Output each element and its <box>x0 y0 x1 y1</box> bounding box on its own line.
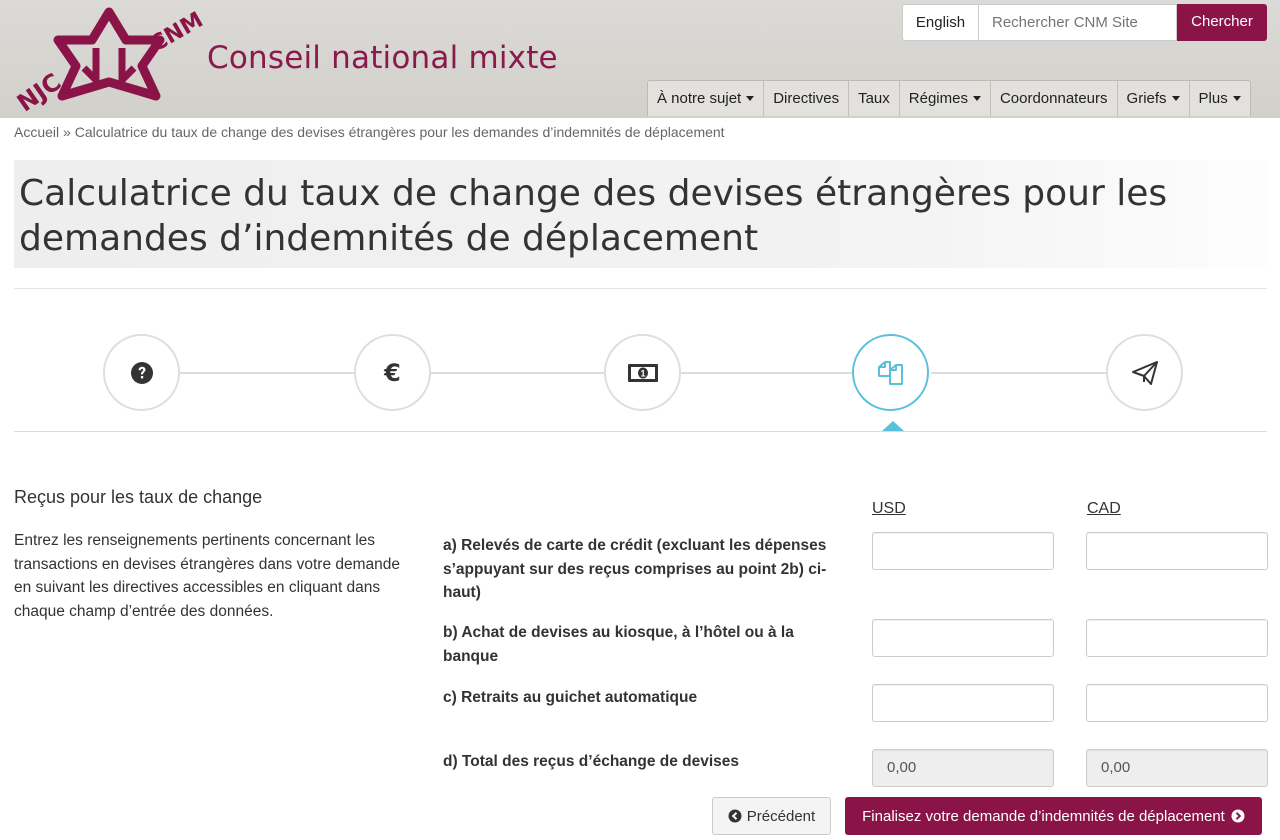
caret-down-icon <box>1232 96 1241 101</box>
column-header-cad: CAD <box>1087 500 1121 517</box>
nav-item-label: Coordonnateurs <box>999 90 1108 107</box>
main-nav: À notre sujet Directives Taux Régimes Co… <box>647 80 1251 116</box>
step-2-currency[interactable]: € <box>354 334 431 411</box>
money-bill-icon: 1 <box>627 363 658 382</box>
logo-cnm-text: CNM <box>146 8 207 58</box>
previous-button[interactable]: Précédent <box>712 797 831 835</box>
caret-down-icon <box>1171 96 1180 101</box>
caret-down-icon <box>746 96 755 101</box>
total-cad-field: 0,00 <box>1086 749 1268 787</box>
kiosk-cad-field[interactable] <box>1086 619 1268 657</box>
site-header: NJC CNM Conseil national mixte English C… <box>0 0 1280 118</box>
nav-item-label: Plus <box>1198 90 1228 107</box>
nav-item-directives[interactable]: Directives <box>763 81 848 116</box>
atm-cad-field[interactable] <box>1086 684 1268 722</box>
search-input[interactable] <box>979 4 1177 41</box>
svg-text:1: 1 <box>640 368 645 378</box>
copy-icon <box>877 360 903 385</box>
language-toggle-button[interactable]: English <box>902 4 979 41</box>
column-header-usd: USD <box>872 500 906 517</box>
previous-button-label: Précédent <box>746 807 816 825</box>
breadcrumb-separator: » <box>63 124 71 140</box>
nav-item-label: Griefs <box>1126 90 1167 107</box>
breadcrumb: Accueil » Calculatrice du taux de change… <box>14 124 725 140</box>
nav-item-label: À notre sujet <box>657 90 742 107</box>
breadcrumb-home-link[interactable]: Accueil <box>14 124 59 140</box>
row-label-kiosk-purchase: b) Achat de devises au kiosque, à l’hôte… <box>443 624 794 665</box>
paper-plane-icon <box>1131 360 1158 385</box>
nav-item-label: Directives <box>773 90 840 107</box>
row-label-credit-card: a) Relevés de carte de crédit (excluant … <box>443 537 827 601</box>
section-description: Entrez les renseignements pertinents con… <box>14 532 401 620</box>
nav-item-rates[interactable]: Taux <box>848 81 899 116</box>
atm-usd-field[interactable] <box>872 684 1054 722</box>
step-connector <box>431 372 604 374</box>
finalize-button[interactable]: Finalisez votre demande d’indemnités de … <box>845 797 1262 835</box>
arrow-right-circle-icon <box>1231 809 1245 823</box>
divider <box>14 431 1267 432</box>
page-title-banner: Calculatrice du taux de change des devis… <box>14 160 1267 268</box>
total-usd-field: 0,00 <box>872 749 1054 787</box>
step-connector <box>931 372 1106 374</box>
step-connector <box>681 372 852 374</box>
credit-card-usd-field[interactable] <box>872 532 1054 570</box>
site-logo[interactable]: NJC CNM <box>4 4 214 112</box>
row-label-atm-withdrawals: c) Retraits au guichet automatique <box>443 689 698 706</box>
search-button[interactable]: Chercher <box>1177 4 1267 41</box>
step-3-amounts[interactable]: 1 <box>604 334 681 411</box>
divider <box>14 288 1267 289</box>
finalize-button-label: Finalisez votre demande d’indemnités de … <box>862 807 1225 825</box>
credit-card-cad-field[interactable] <box>1086 532 1268 570</box>
nav-item-plans[interactable]: Régimes <box>898 81 990 116</box>
euro-icon: € <box>384 358 401 387</box>
nav-item-about[interactable]: À notre sujet <box>648 81 763 116</box>
nav-item-label: Régimes <box>908 90 968 107</box>
breadcrumb-current: Calculatrice du taux de change des devis… <box>74 124 725 140</box>
logo-njc-text: NJC <box>12 68 66 112</box>
active-step-pointer <box>882 421 904 431</box>
nav-item-grievances[interactable]: Griefs <box>1116 81 1189 116</box>
row-label-total: d) Total des reçus d’échange de devises <box>443 753 740 770</box>
step-5-submit[interactable] <box>1106 334 1183 411</box>
step-connector <box>180 372 354 374</box>
question-circle-icon <box>130 361 153 384</box>
nav-item-more[interactable]: Plus <box>1188 81 1250 116</box>
section-title: Reçus pour les taux de change <box>14 487 263 507</box>
arrow-left-circle-icon <box>728 809 742 823</box>
nav-item-label: Taux <box>858 90 890 107</box>
page-title: Calculatrice du taux de change des devis… <box>19 173 1168 259</box>
caret-down-icon <box>972 96 981 101</box>
nav-item-coordinators[interactable]: Coordonnateurs <box>989 81 1117 116</box>
step-1-intro[interactable] <box>103 334 180 411</box>
site-title[interactable]: Conseil national mixte <box>207 40 558 76</box>
kiosk-usd-field[interactable] <box>872 619 1054 657</box>
step-4-receipts[interactable] <box>852 334 929 411</box>
